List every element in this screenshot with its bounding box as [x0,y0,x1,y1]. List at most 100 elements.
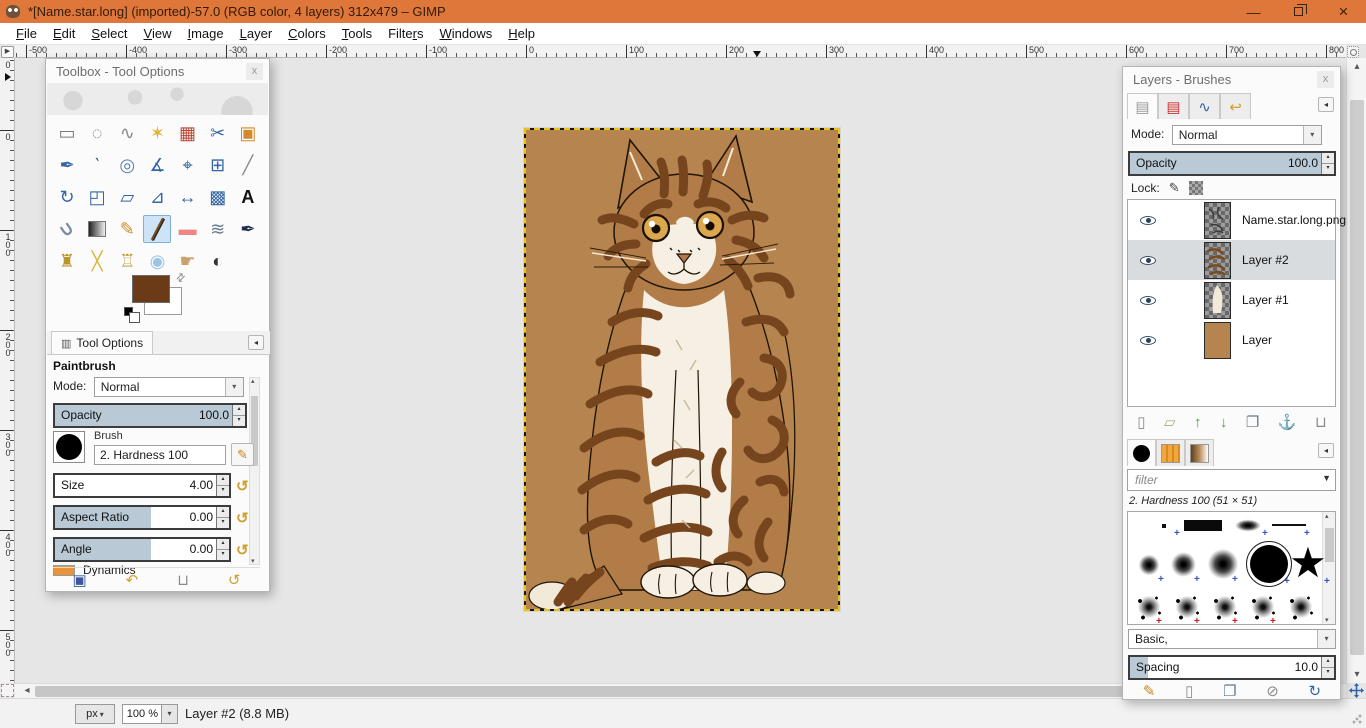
close-button[interactable]: × [1321,0,1366,23]
spacing-slider[interactable]: Spacing 10.0 ▴ ▾ [1128,655,1336,680]
tool-move[interactable]: ⌖ [174,151,202,179]
tool-rotate[interactable]: ↻ [53,183,81,211]
default-colors-icon[interactable] [124,307,140,323]
tool-perspective[interactable]: ⊿ [143,183,171,211]
toolbox-titlebar[interactable]: Toolbox - Tool Options x [46,59,269,83]
unit-select[interactable]: px ▾ [75,704,115,724]
opacity-spinner[interactable]: ▴ ▾ [232,405,245,426]
tool-dodge-burn[interactable]: ◐ [204,247,232,275]
menu-colors[interactable]: Colors [280,24,334,43]
layer-row-layer-1[interactable]: Layer #1 [1128,280,1335,320]
brushes-tab[interactable] [1127,439,1156,466]
undo-history-tab[interactable]: ↩ [1220,93,1251,119]
layer-visibility-eye-icon[interactable] [1140,335,1156,345]
minimize-button[interactable]: — [1231,0,1276,23]
tool-pencil[interactable]: ✎ [113,215,141,243]
layer-thumbnail[interactable] [1204,321,1231,359]
tool-bucket-fill[interactable]: ∪ [53,215,81,243]
delete-tool-preset-button[interactable]: ⊔ [177,571,189,589]
tool-ink[interactable]: ✒ [234,215,262,243]
restore-button[interactable] [1276,0,1321,23]
layer-mode-select[interactable]: Normal ▾ [1171,125,1322,145]
tool-free-select[interactable]: ∿ [113,119,141,147]
layer-row-layer-2[interactable]: Layer #2 [1128,240,1335,280]
paint-mode-select[interactable]: Normal ▾ [93,377,244,397]
foreground-color-swatch[interactable] [132,275,170,303]
tool-align[interactable]: ⊞ [204,151,232,179]
raise-layer-button[interactable]: ↑ [1194,414,1202,431]
pan-view-button[interactable] [1347,683,1366,698]
tool-options-scrollbar[interactable]: ▴ ▾ [249,377,260,565]
brush-filter-input[interactable]: filter ▼ [1127,469,1336,491]
anchor-layer-button[interactable]: ⚓ [1278,413,1297,431]
spacing-spinner[interactable]: ▴ ▾ [1321,657,1334,678]
new-layer-group-button[interactable]: ▱ [1164,413,1176,431]
duplicate-layer-button[interactable]: ❐ [1246,413,1259,431]
tool-ellipse-select[interactable]: ◌ [83,119,111,147]
lock-alpha-icon[interactable] [1188,181,1203,195]
tool-cage-transform[interactable]: ▩ [204,183,232,211]
tool-blur-sharpen[interactable]: ◉ [143,247,171,275]
duplicate-brush-button[interactable]: ❐ [1223,682,1236,700]
tool-clone[interactable]: ♜ [53,247,81,275]
menu-tools[interactable]: Tools [334,24,380,43]
tool-zoom[interactable]: ◎ [113,151,141,179]
tool-text[interactable]: A [234,183,262,211]
edit-brush-button[interactable]: ✎ [1143,682,1156,700]
brush-hardness-100[interactable] [1246,541,1292,587]
layer-row-name-star-long-png[interactable]: Name.star.long.png [1128,200,1346,240]
quick-mask-toggle[interactable] [1,684,14,697]
tool-scissors-select[interactable]: ✂ [204,119,232,147]
zoom-follow-window-toggle[interactable] [1347,46,1359,58]
canvas-menu-button[interactable]: ▶ [1,46,14,58]
brush-tiny-dot[interactable] [1162,524,1166,528]
brush-block[interactable] [1184,520,1222,531]
brush-splatter-5[interactable] [1286,592,1316,622]
menu-view[interactable]: View [136,24,180,43]
tool-shear[interactable]: ▱ [113,183,141,211]
angle-slider[interactable]: Angle 0.00 ▴ ▾ [53,537,231,562]
menu-file[interactable]: File [8,24,45,43]
layer-visibility-eye-icon[interactable] [1140,295,1156,305]
vertical-scrollbar-thumb[interactable] [1350,100,1364,655]
menu-layer[interactable]: Layer [232,24,281,43]
menu-filters[interactable]: Filters [380,24,431,43]
layers-collapse-button[interactable]: ◂ [1318,97,1334,112]
menu-edit[interactable]: Edit [45,24,83,43]
new-layer-button[interactable]: ▯ [1137,413,1145,431]
patterns-tab[interactable] [1156,439,1185,466]
reset-size-button[interactable]: ↺ [236,477,249,495]
aspect-ratio-spinner[interactable]: ▴ ▾ [216,507,229,528]
size-spinner[interactable]: ▴ ▾ [216,475,229,496]
layer-opacity-spinner[interactable]: ▴ ▾ [1321,153,1334,174]
brush-name-entry[interactable]: 2. Hardness 100 [94,445,226,465]
layers-titlebar[interactable]: Layers - Brushes x [1123,67,1340,91]
canvas-boundary[interactable] [524,128,840,611]
delete-layer-button[interactable]: ⊔ [1315,413,1327,431]
tool-select-by-color[interactable]: ▦ [174,119,202,147]
aspect-ratio-slider[interactable]: Aspect Ratio 0.00 ▴ ▾ [53,505,231,530]
layers-close-button[interactable]: x [1317,70,1334,88]
scroll-down-arrow[interactable]: ▾ [1347,669,1366,680]
tool-scale[interactable]: ◰ [83,183,111,211]
scroll-left-arrow[interactable]: ◂ [17,685,37,696]
opacity-slider[interactable]: Opacity 100.0 ▴ ▾ [53,403,247,428]
tool-fuzzy-select[interactable]: ✶ [143,119,171,147]
paths-tab[interactable]: ∿ [1189,93,1220,119]
tool-rectangle-select[interactable]: ▭ [53,119,81,147]
tool-options-tab[interactable]: ▥ Tool Options [51,331,154,354]
size-slider[interactable]: Size 4.00 ▴ ▾ [53,473,231,498]
zoom-select[interactable]: 100 % ▾ [122,704,178,724]
tool-heal[interactable]: ╳ [83,247,111,275]
save-tool-preset-button[interactable]: ▣ [72,571,86,589]
angle-spinner[interactable]: ▴ ▾ [216,539,229,560]
layer-thumbnail[interactable] [1204,281,1231,319]
tool-color-picker[interactable]: ‵ [83,151,111,179]
tool-paintbrush[interactable]: ╱ [143,215,172,243]
zoom-dropdown-arrow[interactable]: ▾ [161,705,177,723]
resize-grip[interactable] [1352,714,1362,724]
gradients-tab[interactable] [1185,439,1214,466]
layer-row-layer[interactable]: Layer [1128,320,1335,360]
brush-star[interactable]: ★ [1288,540,1328,586]
menu-select[interactable]: Select [83,24,135,43]
